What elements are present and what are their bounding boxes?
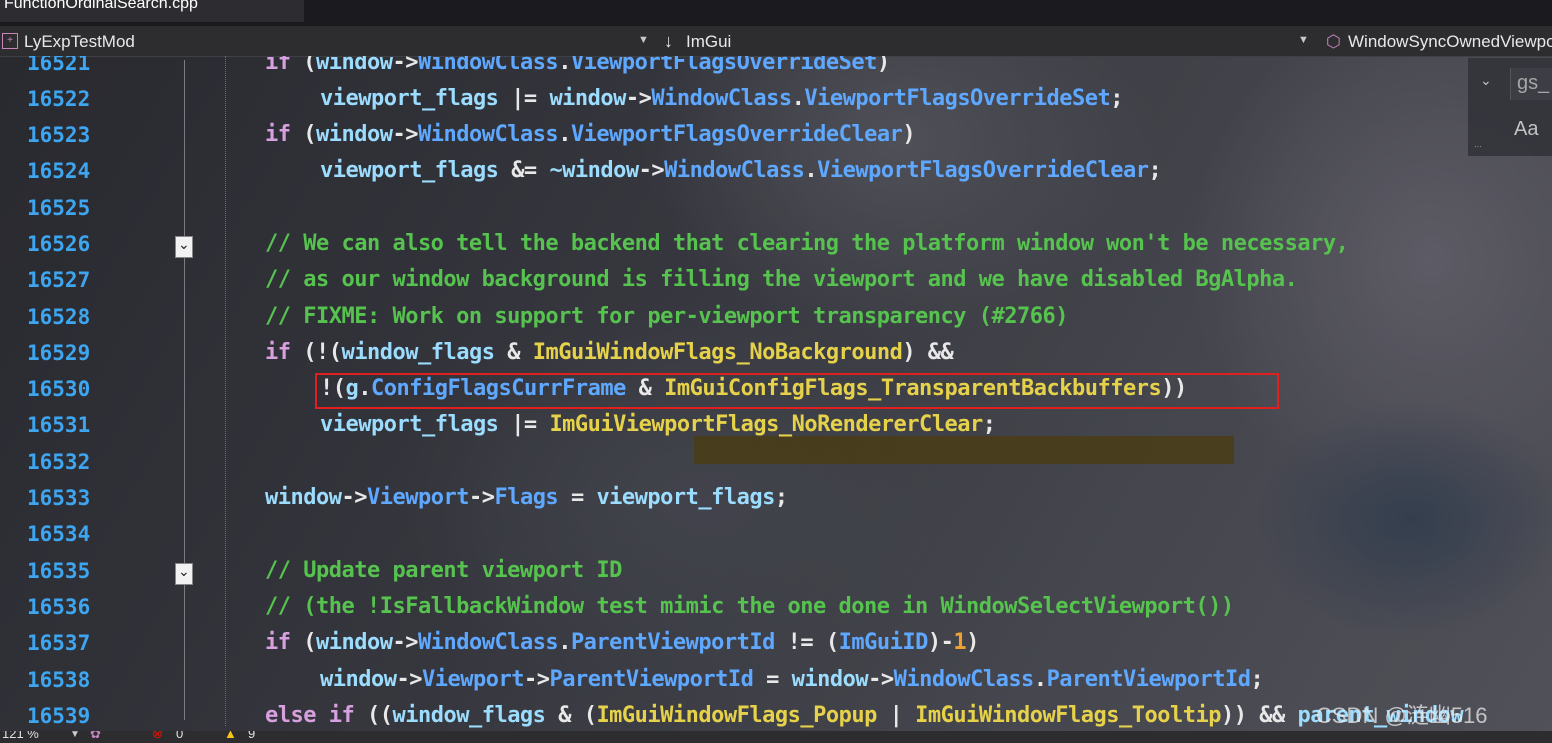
- editor-status-bar: 121 % ▼ ✿ ⊗ 0 ▲ 9: [0, 731, 1552, 743]
- code-editor[interactable]: 16521 if (window->WindowClass.ViewportFl…: [0, 56, 1552, 731]
- code-line: 16527 // as our window background is fil…: [27, 267, 1298, 292]
- line-number: 16537: [27, 631, 91, 655]
- warning-count: 9: [248, 731, 256, 741]
- code-line: 16528 // FIXME: Work on support for per-…: [27, 304, 1068, 329]
- line-number: 16531: [27, 413, 91, 437]
- line-number: 16527: [27, 268, 91, 292]
- code-line: 16535 // Update parent viewport ID: [27, 558, 622, 583]
- project-name: LyExpTestMod: [24, 32, 135, 51]
- code-line: 16537 if (window->WindowClass.ParentView…: [27, 630, 979, 655]
- member-name: WindowSyncOwnedViewport: [1348, 32, 1552, 51]
- document-tab[interactable]: FunctionOrdinalSearch.cpp: [0, 0, 304, 22]
- line-number: 16533: [27, 486, 91, 510]
- line-number: 16529: [27, 341, 91, 365]
- code-line: 16532: [0, 446, 1552, 482]
- line-number: 16524: [27, 159, 91, 183]
- project-dropdown[interactable]: + LyExpTestMod ▼: [0, 29, 652, 53]
- find-widget: ⌄ gs_ Aa ⋯: [1468, 58, 1552, 156]
- line-number: 16532: [27, 450, 91, 474]
- code-line: 16522 viewport_flags |= window->WindowCl…: [27, 86, 1124, 111]
- scope-name: ImGui: [686, 32, 732, 51]
- navigation-bar: + LyExpTestMod ▼ ↓ ImGui ▼ ⬡ WindowSyncO…: [0, 26, 1552, 57]
- chevron-down-icon: ⌄: [178, 563, 190, 579]
- line-number: 16535: [27, 559, 91, 583]
- code-line: 16521 if (window->WindowClass.ViewportFl…: [0, 56, 1552, 83]
- document-tab-label: FunctionOrdinalSearch.cpp: [4, 0, 198, 12]
- code-line: 16538 window->Viewport->ParentViewportId…: [27, 667, 1264, 692]
- line-number: 16536: [27, 595, 91, 619]
- find-input-value: gs_: [1517, 72, 1550, 94]
- error-icon[interactable]: ⊗: [152, 731, 163, 742]
- line-number: 16539: [27, 704, 91, 728]
- warning-icon[interactable]: ▲: [224, 731, 237, 741]
- line-number: 16521: [27, 56, 91, 75]
- collapse-region-toggle[interactable]: ⌄: [175, 236, 193, 258]
- scope-dropdown[interactable]: ↓ ImGui ▼: [658, 29, 1314, 53]
- project-icon: +: [2, 33, 18, 49]
- red-annotation-box: [315, 373, 1279, 409]
- cube-icon: ⬡: [1326, 32, 1341, 51]
- match-case-button[interactable]: Aa: [1514, 118, 1538, 141]
- collapse-region-toggle[interactable]: ⌄: [175, 563, 193, 585]
- code-line: 16526 // We can also tell the backend th…: [27, 231, 1349, 256]
- line-number: 16534: [27, 522, 91, 546]
- watermark: CSDN @涟幽516: [1316, 703, 1488, 728]
- member-dropdown[interactable]: ⬡ WindowSyncOwnedViewport: [1320, 29, 1552, 53]
- chevron-down-icon: ⌄: [178, 236, 190, 252]
- code-line: 16534: [0, 518, 1552, 554]
- resize-grip-icon[interactable]: ⋯: [1474, 142, 1482, 151]
- code-line: 16523 if (window->WindowClass.ViewportFl…: [27, 122, 916, 147]
- code-line: 16531 viewport_flags |= ImGuiViewportFla…: [27, 412, 996, 437]
- line-number: 16528: [27, 305, 91, 329]
- code-line: 16536 // (the !IsFallbackWindow test mim…: [27, 594, 1234, 619]
- line-number: 16523: [27, 123, 91, 147]
- zoom-level[interactable]: 121 %: [2, 731, 39, 741]
- zoom-dropdown-icon[interactable]: ▼: [70, 731, 80, 740]
- line-number: 16526: [27, 232, 91, 256]
- line-number: 16522: [27, 87, 91, 111]
- document-tab-bar: FunctionOrdinalSearch.cpp: [0, 0, 1552, 26]
- health-icon[interactable]: ✿: [90, 731, 101, 742]
- line-number: 16525: [27, 196, 91, 220]
- expand-replace-icon[interactable]: ⌄: [1480, 72, 1492, 89]
- line-number: 16530: [27, 377, 91, 401]
- chevron-down-icon: ▼: [1298, 34, 1309, 46]
- code-line: 16533 window->Viewport->Flags = viewport…: [27, 485, 788, 510]
- code-line: 16525: [0, 192, 1552, 228]
- code-line: 16529 if (!(window_flags & ImGuiWindowFl…: [27, 340, 954, 365]
- find-input[interactable]: gs_: [1510, 68, 1552, 100]
- error-count: 0: [176, 731, 184, 741]
- chevron-down-icon: ▼: [638, 34, 649, 46]
- code-line: 16524 viewport_flags &= ~window->WindowC…: [27, 158, 1162, 183]
- scope-arrow-icon: ↓: [664, 31, 673, 51]
- line-number: 16538: [27, 668, 91, 692]
